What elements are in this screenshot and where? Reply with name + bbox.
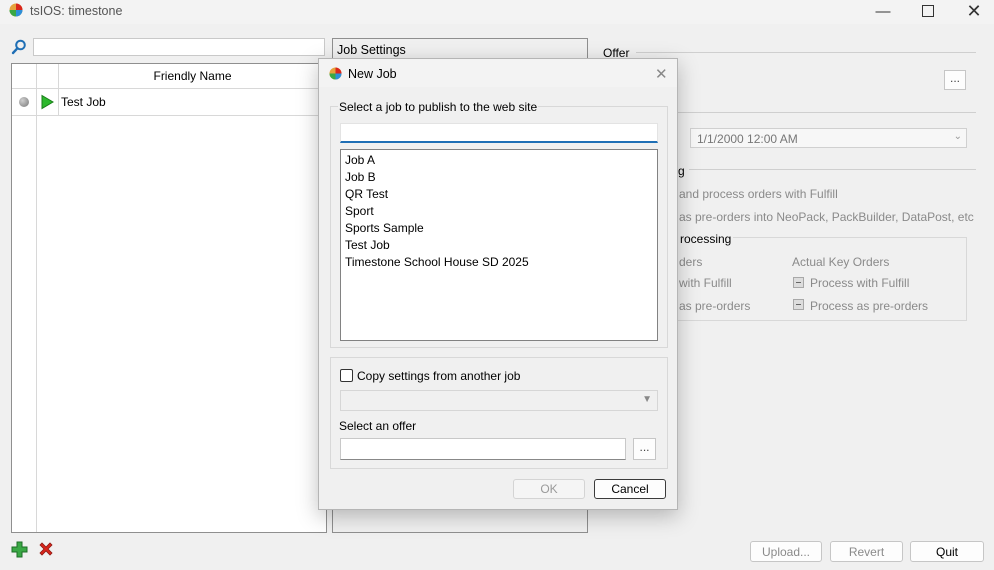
left-column-item-fulfill: with Fulfill [679,276,732,290]
title-bar: tsIOS: timestone — ✕ [0,0,994,24]
chevron-down-icon: ▼ [642,394,652,405]
remove-job-icon[interactable] [38,541,54,557]
maximize-button[interactable] [905,0,951,22]
job-filter-input[interactable] [340,123,658,143]
list-item[interactable]: Sport [345,203,374,220]
ok-button[interactable]: OK [513,479,585,499]
minimize-button[interactable]: — [860,0,906,22]
left-column-header: ders [679,255,703,269]
list-item[interactable]: Sports Sample [345,220,424,237]
option-fulfill-text: and process orders with Fulfill [679,187,838,201]
job-list[interactable]: Job A Job B QR Test Sport Sports Sample … [340,149,658,341]
process-as-preorders-label: Process as pre-orders [810,299,929,313]
quit-button[interactable]: Quit [910,541,984,562]
list-item[interactable]: Job B [345,169,376,186]
option-preorders-text: as pre-orders into NeoPack, PackBuilder,… [679,210,974,224]
list-item[interactable]: Timestone School House SD 2025 [345,254,529,271]
chevron-down-icon: ⌄ [953,131,962,142]
upload-button[interactable]: Upload... [750,541,822,562]
actual-key-orders-header: Actual Key Orders [792,255,890,269]
app-logo-icon [329,67,342,80]
status-column [12,88,37,532]
dialog-title-bar: New Job ✕ [319,59,677,87]
fulfill-checkbox[interactable] [793,277,804,288]
processing-section-label: g [678,164,685,178]
status-column-header[interactable] [12,64,37,88]
job-settings-title: Job Settings [337,43,406,57]
table-header: Friendly Name [12,64,326,89]
offer-input[interactable] [340,438,626,460]
processing-divider [689,169,976,170]
new-job-dialog: New Job ✕ Select a job to publish to the… [318,58,678,510]
app-logo-icon [9,3,23,17]
date-picker[interactable]: 1/1/2000 12:00 AM ⌄ [690,128,967,148]
state-column [36,88,59,116]
offer-browse-button[interactable]: ... [633,438,656,460]
close-icon: ✕ [966,0,982,21]
status-dot-icon [19,97,29,107]
section-divider [678,112,976,113]
offer-divider [636,52,976,53]
list-item[interactable]: Test Job [345,237,390,254]
close-icon[interactable]: ✕ [655,65,668,83]
list-item[interactable]: Job A [345,152,375,169]
table-row[interactable]: Test Job [12,89,326,116]
processing-group-label: rocessing [678,232,734,246]
close-button[interactable]: ✕ [951,0,994,22]
publish-job-label: Select a job to publish to the web site [338,100,539,114]
copy-settings-checkbox[interactable] [340,369,353,382]
row-friendly-name: Test Job [61,95,106,109]
select-offer-label: Select an offer [339,419,417,433]
minimize-icon: — [875,2,891,20]
maximize-icon [922,5,934,17]
list-item[interactable]: QR Test [345,186,388,203]
cancel-button[interactable]: Cancel [594,479,666,499]
job-table: Friendly Name Test Job [11,63,327,533]
search-input[interactable] [33,38,325,56]
search-icon[interactable] [11,39,27,55]
copy-source-select[interactable]: ▼ [340,390,658,411]
process-with-fulfill-label: Process with Fulfill [810,276,910,290]
copy-settings-label[interactable]: Copy settings from another job [357,369,520,383]
add-job-icon[interactable] [11,541,28,558]
window-title: tsIOS: timestone [30,4,123,18]
friendly-name-column-header[interactable]: Friendly Name [59,69,326,83]
state-column-header[interactable] [36,64,59,88]
offer-browse-button-bg[interactable]: ... [944,70,966,90]
date-value: 1/1/2000 12:00 AM [697,132,798,146]
preorders-checkbox[interactable] [793,299,804,310]
revert-button[interactable]: Revert [830,541,903,562]
left-column-item-preorders: as pre-orders [679,299,751,313]
dialog-title: New Job [348,67,397,81]
